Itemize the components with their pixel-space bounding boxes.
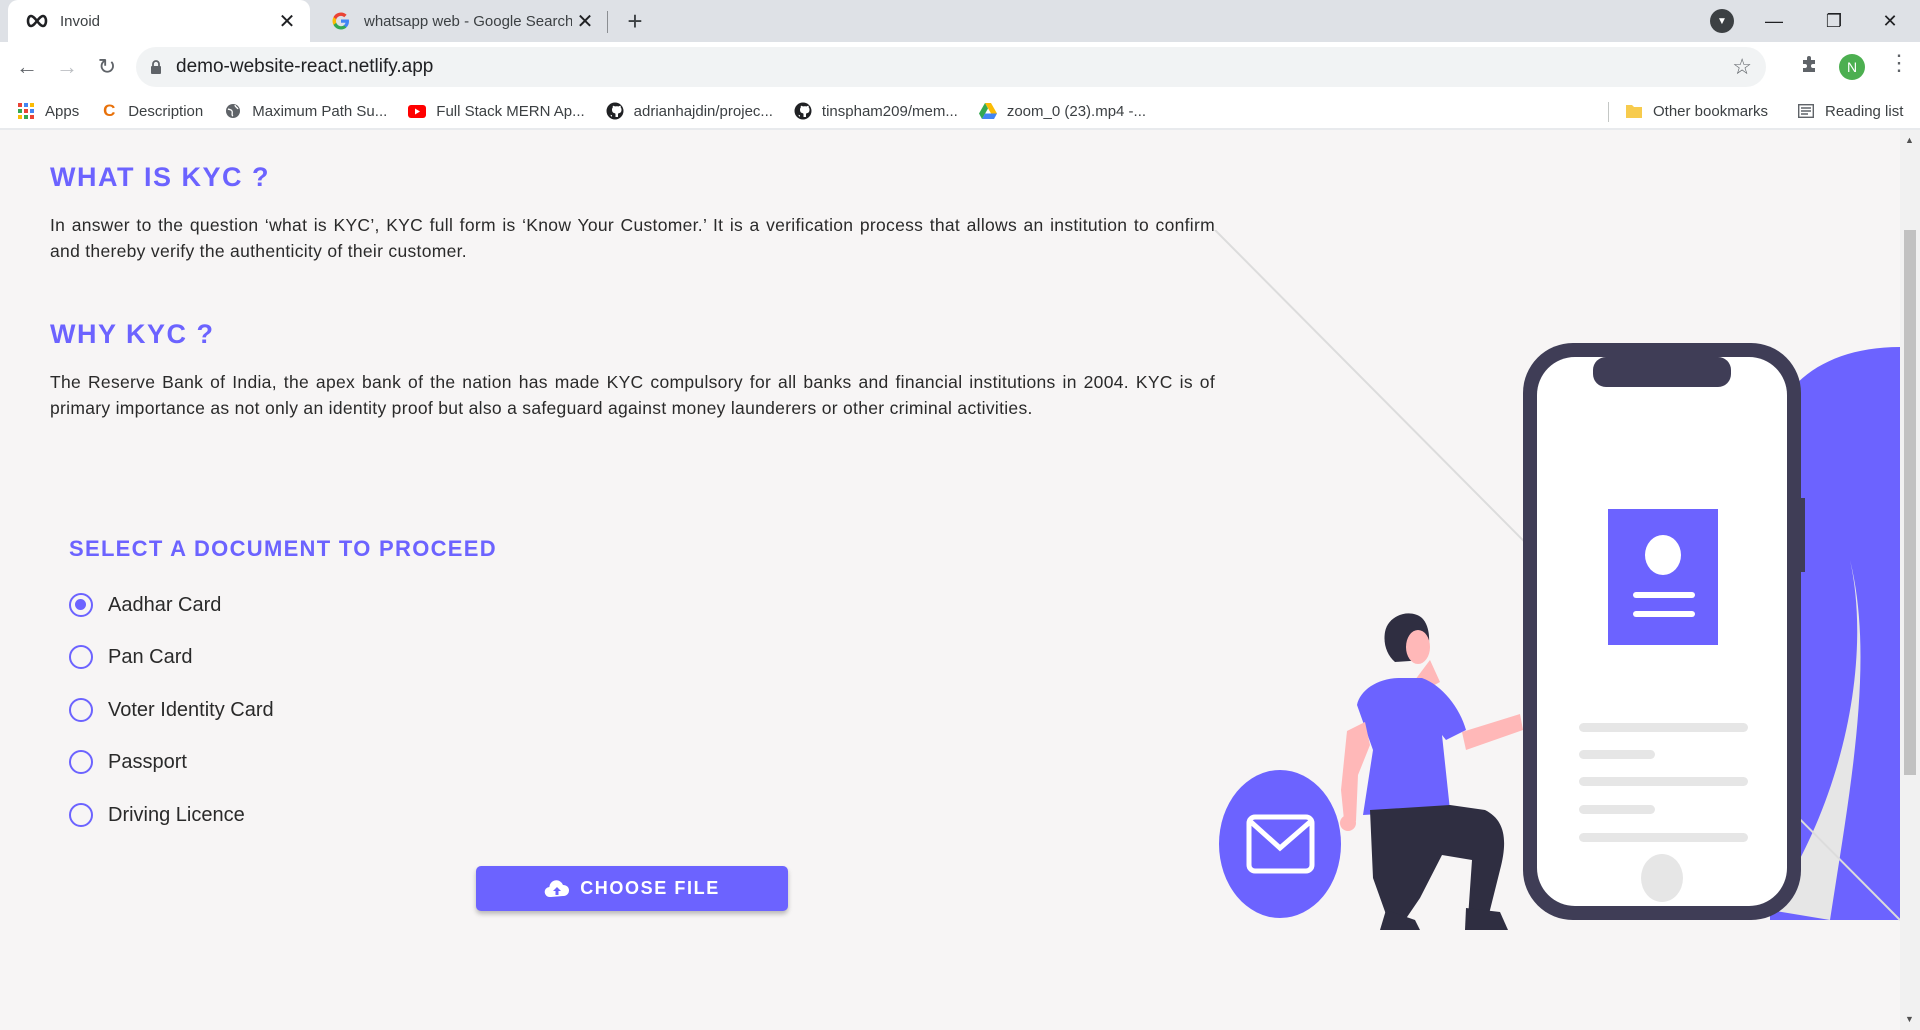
close-icon[interactable]: ✕ [572,8,598,34]
bookmarks-divider [1608,102,1609,122]
other-bookmarks-label: Other bookmarks [1653,102,1769,120]
option-voter-identity-card[interactable]: Voter Identity Card [69,695,274,725]
bookmark-label: adrianhajdin/projec... [633,102,773,120]
bookmarks-bar: Apps C Description Maximum Path Su... Fu… [0,92,1920,130]
window-close-icon[interactable]: ✕ [1870,6,1910,36]
more-menu-icon[interactable]: ⋮ [1888,50,1910,76]
reading-list[interactable]: Reading list [1796,92,1903,130]
youtube-icon [407,101,427,121]
what-is-kyc-text: In answer to the question ‘what is KYC’,… [50,215,1215,261]
bookmark-label: zoom_0 (23).mp4 -... [1006,102,1147,120]
c-logo-icon: C [103,101,116,120]
tab-separator [607,11,608,33]
bookmark-label: Apps [45,102,80,120]
github-icon [605,101,625,121]
forward-arrow-icon[interactable]: → [50,50,84,84]
apps-grid-icon [16,101,36,121]
option-passport[interactable]: Passport [69,747,187,777]
option-driving-licence[interactable]: Driving Licence [69,800,245,830]
bookmark-tinspham[interactable]: tinspham209/mem... [793,101,958,121]
tab-strip: Invoid ✕ whatsapp web - Google Search ✕ … [0,0,1920,42]
bookmark-maximum-path[interactable]: Maximum Path Su... [223,101,387,121]
option-aadhar-card[interactable]: Aadhar Card [69,590,221,620]
option-pan-card[interactable]: Pan Card [69,642,193,672]
choose-file-label: CHOOSE FILE [580,878,720,898]
scroll-thumb[interactable] [1904,230,1916,775]
scroll-up-arrow-icon[interactable]: ▲ [1905,135,1914,145]
scroll-down-arrow-icon[interactable]: ▼ [1905,1014,1914,1024]
bookmark-description[interactable]: C Description [99,101,203,121]
maximize-icon[interactable]: ❐ [1814,6,1854,36]
github-icon [793,101,813,121]
globe-icon [223,101,243,121]
close-icon[interactable]: ✕ [274,8,300,34]
profile-avatar[interactable]: N [1839,54,1865,80]
why-kyc-heading: WHY KYC ? [50,319,215,349]
kyc-illustration [1214,230,1900,930]
radio-button[interactable] [69,593,93,617]
radio-button[interactable] [69,803,93,827]
page-scrollbar[interactable]: ▲ ▼ [1900,130,1920,1030]
tab-google-search[interactable]: whatsapp web - Google Search ✕ [312,0,608,42]
bookmark-label: Maximum Path Su... [252,102,388,120]
envelope-badge-icon [1219,770,1341,918]
other-bookmarks[interactable]: Other bookmarks [1624,92,1768,130]
bookmark-zoom-video[interactable]: zoom_0 (23).mp4 -... [978,101,1146,121]
radio-button[interactable] [69,645,93,669]
infinity-icon [24,11,50,31]
reading-list-label: Reading list [1825,102,1904,120]
tab-search-chevron-icon[interactable]: ▼ [1710,9,1734,33]
folder-icon [1624,101,1644,121]
back-arrow-icon[interactable]: ← [10,50,44,84]
radio-button[interactable] [69,698,93,722]
extensions-puzzle-icon[interactable] [1800,54,1820,80]
radio-button[interactable] [69,750,93,774]
phone-illustration [1523,343,1805,920]
tab-invoid[interactable]: Invoid ✕ [8,0,310,42]
tab-title: whatsapp web - Google Search [364,12,572,30]
browser-toolbar: ← → ↻ demo-website-react.netlify.app ☆ N… [0,42,1920,130]
option-label: Aadhar Card [108,593,222,616]
option-label: Voter Identity Card [108,698,274,721]
new-tab-plus-icon[interactable]: + [620,6,650,36]
reading-list-icon [1796,101,1816,121]
url-text: demo-website-react.netlify.app [176,56,434,77]
reload-icon[interactable]: ↻ [90,50,124,84]
google-icon [328,11,354,31]
minimize-icon[interactable]: — [1754,6,1794,36]
bookmark-star-icon[interactable]: ☆ [1732,54,1752,80]
lock-icon [136,59,176,75]
bookmark-adrianhajdin[interactable]: adrianhajdin/projec... [605,101,773,121]
choose-file-button[interactable]: CHOOSE FILE [476,866,788,911]
select-document-heading: SELECT A DOCUMENT TO PROCEED [69,536,497,561]
bookmark-label: Full Stack MERN Ap... [436,102,585,120]
bookmark-label: Description [128,102,204,120]
woman-figure [1340,613,1523,930]
google-drive-icon [978,101,998,121]
why-kyc-text: The Reserve Bank of India, the apex bank… [50,372,1215,418]
tab-title: Invoid [60,12,101,30]
option-label: Passport [108,750,187,773]
bookmark-label: tinspham209/mem... [821,102,958,120]
bookmark-apps[interactable]: Apps [16,101,79,121]
cloud-upload-icon [544,879,570,898]
address-bar[interactable]: demo-website-react.netlify.app ☆ [136,47,1766,87]
option-label: Pan Card [108,645,193,668]
what-is-kyc-heading: WHAT IS KYC ? [50,162,270,192]
bookmark-full-stack-mern[interactable]: Full Stack MERN Ap... [407,101,585,121]
option-label: Driving Licence [108,803,245,826]
kyc-page: WHAT IS KYC ? In answer to the question … [0,130,1900,1030]
